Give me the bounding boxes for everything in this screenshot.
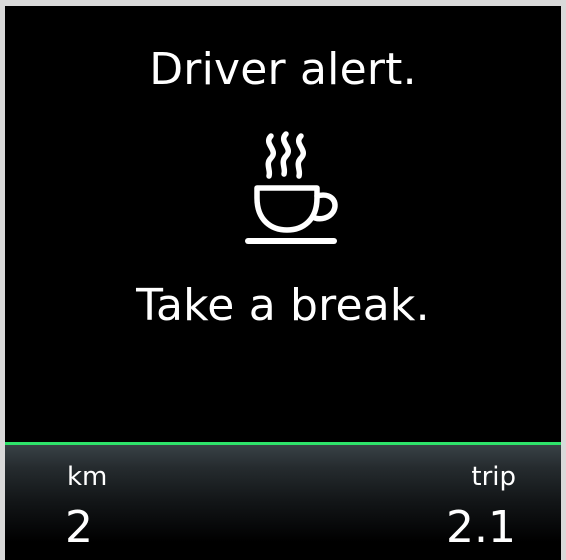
accent-divider <box>5 442 561 445</box>
trip-value: 2.1 <box>446 502 516 553</box>
alert-title: Driver alert. <box>149 44 417 95</box>
instrument-display: Driver alert. Take a break. km 2 trip 2.… <box>0 0 566 560</box>
alert-message: Take a break. <box>136 280 430 331</box>
trip-info-bar: km 2 trip 2.1 <box>5 442 561 560</box>
coffee-cup-icon <box>245 131 338 244</box>
distance-unit-label: km <box>67 462 108 492</box>
distance-value: 2 <box>65 502 93 553</box>
trip-label: trip <box>471 462 516 492</box>
